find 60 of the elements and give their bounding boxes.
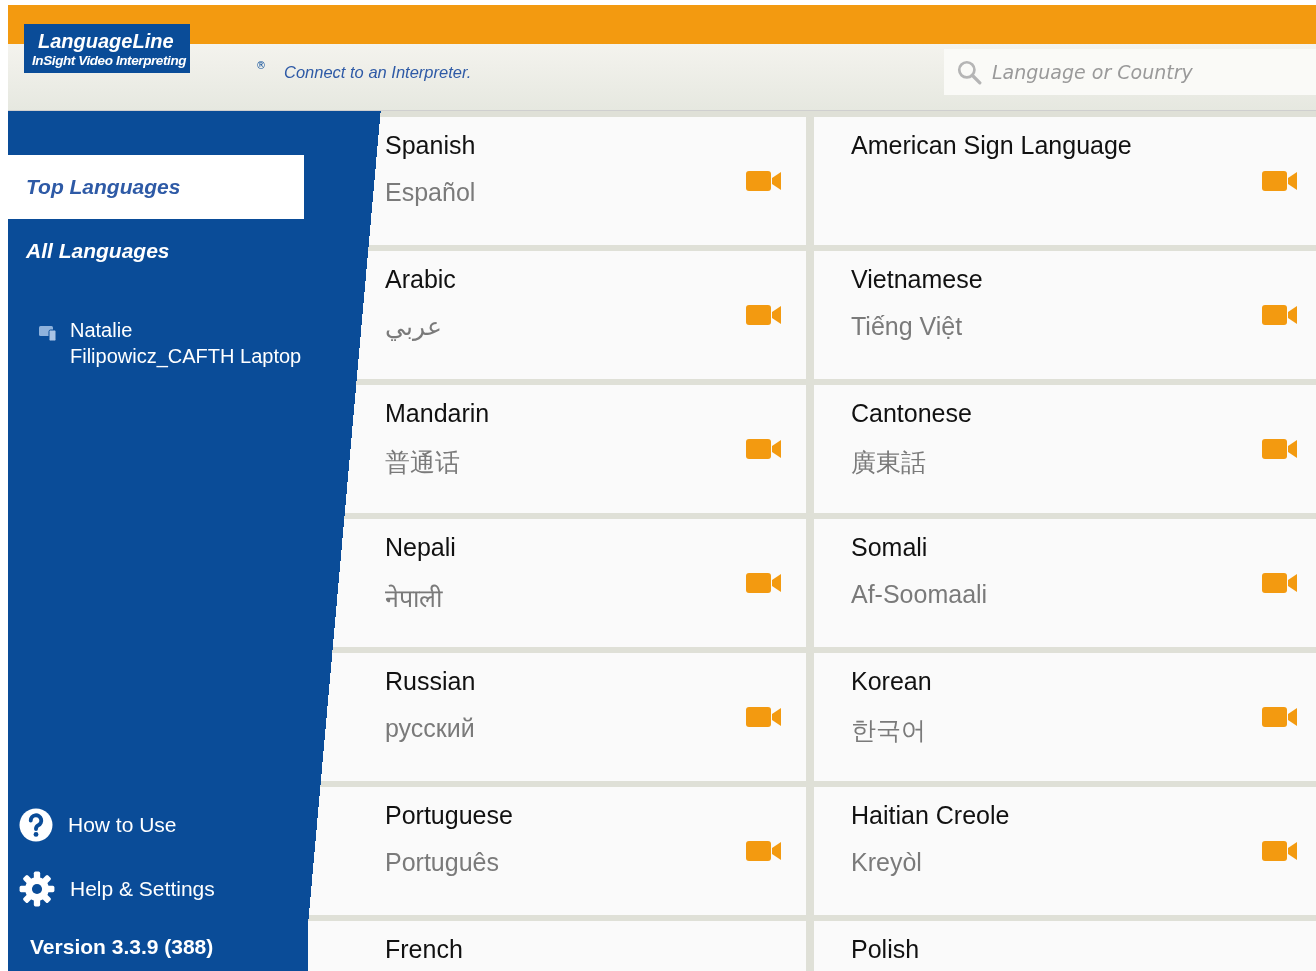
video-camera-icon xyxy=(746,705,782,729)
video-camera-icon xyxy=(746,839,782,863)
language-name: Arabic xyxy=(385,265,457,294)
language-tile[interactable]: French xyxy=(308,921,806,971)
native-name: 普通话 xyxy=(385,447,461,478)
video-camera-icon xyxy=(1262,437,1298,461)
logo-title: LanguageLine xyxy=(37,30,175,53)
language-name: American Sign Language xyxy=(851,131,1133,160)
language-tile[interactable]: American Sign Language xyxy=(814,117,1316,245)
video-camera-icon xyxy=(1262,169,1298,193)
video-camera-icon xyxy=(1262,303,1298,327)
help-icon xyxy=(18,807,54,843)
device-name: Natalie Filipowicz_CAFTH Laptop xyxy=(70,318,302,369)
video-camera-icon xyxy=(1262,839,1298,863)
native-name: Português xyxy=(385,848,500,877)
native-name: Tiếng Việt xyxy=(851,312,964,341)
language-name: Haitian Creole xyxy=(851,801,1011,830)
language-name: Korean xyxy=(851,667,933,696)
native-name: नेपाली xyxy=(385,583,444,614)
video-camera-icon xyxy=(1262,705,1298,729)
native-name: Español xyxy=(385,178,477,207)
native-name: 한국어 xyxy=(851,715,927,746)
video-camera-icon xyxy=(746,571,782,595)
sidebar-item[interactable]: All Languages xyxy=(8,219,304,283)
settings-icon xyxy=(18,870,56,908)
registered-mark: ® xyxy=(256,60,266,71)
language-tile[interactable]: Korean 한국어 xyxy=(814,653,1316,781)
language-name: Vietnamese xyxy=(851,265,984,294)
language-name: Portuguese xyxy=(385,801,514,830)
language-tile[interactable]: Vietnamese Tiếng Việt xyxy=(814,251,1316,379)
native-name: 廣東話 xyxy=(851,447,927,478)
native-name: عربي xyxy=(385,312,443,341)
language-name: Mandarin xyxy=(385,399,491,428)
tagline: Connect to an Interpreter. xyxy=(284,62,472,82)
native-name: Kreyòl xyxy=(851,848,923,877)
language-tile[interactable]: Polish xyxy=(814,921,1316,971)
video-camera-icon xyxy=(1262,571,1298,595)
native-name: Af-Soomaali xyxy=(851,580,989,609)
language-name: Spanish xyxy=(385,131,477,160)
language-name: Polish xyxy=(851,935,921,964)
language-name: Russian xyxy=(385,667,477,696)
language-tile[interactable]: Cantonese 廣東話 xyxy=(814,385,1316,513)
language-name: Nepali xyxy=(385,533,457,562)
native-name: русский xyxy=(385,714,476,743)
language-name: French xyxy=(385,935,464,964)
sidebar-item[interactable]: Top Languages xyxy=(8,155,304,219)
video-camera-icon xyxy=(746,303,782,327)
language-name: Somali xyxy=(851,533,929,562)
logo-subtitle: InSight Video Interpreting xyxy=(32,53,187,68)
search-field[interactable]: Language or Country xyxy=(944,49,1316,95)
sidebar-link[interactable]: Help & Settings xyxy=(8,857,215,921)
language-name: Cantonese xyxy=(851,399,973,428)
language-tile[interactable]: Haitian Creole Kreyòl xyxy=(814,787,1316,915)
video-camera-icon xyxy=(746,169,782,193)
sidebar-link[interactable]: How to Use xyxy=(8,793,177,857)
version-label: Version 3.3.9 (388) xyxy=(29,934,215,960)
devices-icon xyxy=(38,323,58,343)
language-tile[interactable]: Portuguese Português xyxy=(308,787,806,915)
language-tile[interactable]: Somali Af-Soomaali xyxy=(814,519,1316,647)
video-camera-icon xyxy=(746,437,782,461)
